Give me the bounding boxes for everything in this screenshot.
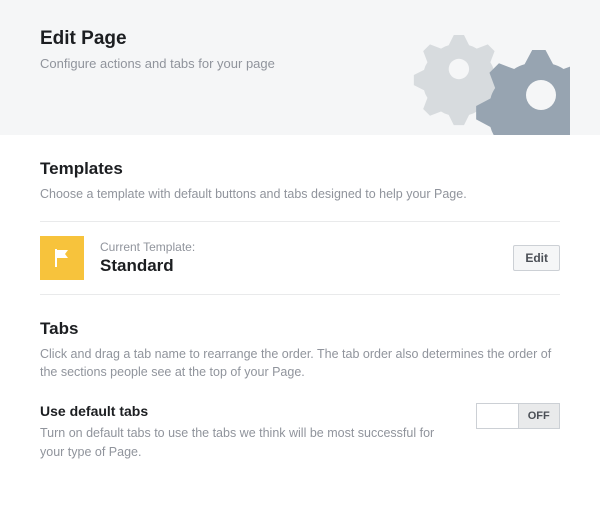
current-template-label: Current Template:: [100, 240, 497, 254]
tabs-desc: Click and drag a tab name to rearrange t…: [40, 345, 560, 381]
tabs-heading: Tabs: [40, 319, 560, 339]
default-tabs-toggle[interactable]: OFF: [476, 403, 560, 429]
tabs-section: Tabs Click and drag a tab name to rearra…: [0, 295, 600, 381]
default-tabs-text: Use default tabs Turn on default tabs to…: [40, 403, 456, 460]
toggle-on-half: [477, 404, 518, 428]
templates-section: Templates Choose a template with default…: [0, 135, 600, 203]
default-tabs-row: Use default tabs Turn on default tabs to…: [40, 403, 560, 460]
divider: [40, 221, 560, 222]
toggle-off-half: OFF: [518, 404, 560, 428]
default-tabs-desc: Turn on default tabs to use the tabs we …: [40, 424, 456, 460]
current-template-value: Standard: [100, 256, 497, 276]
default-tabs-heading: Use default tabs: [40, 403, 456, 419]
templates-desc: Choose a template with default buttons a…: [40, 185, 560, 203]
edit-template-button[interactable]: Edit: [513, 245, 560, 271]
gears-icon: [380, 0, 570, 135]
flag-icon: [40, 236, 84, 280]
templates-heading: Templates: [40, 159, 560, 179]
page-header: Edit Page Configure actions and tabs for…: [0, 0, 600, 135]
current-template-text: Current Template: Standard: [100, 240, 497, 276]
current-template-row: Current Template: Standard Edit: [40, 236, 560, 295]
